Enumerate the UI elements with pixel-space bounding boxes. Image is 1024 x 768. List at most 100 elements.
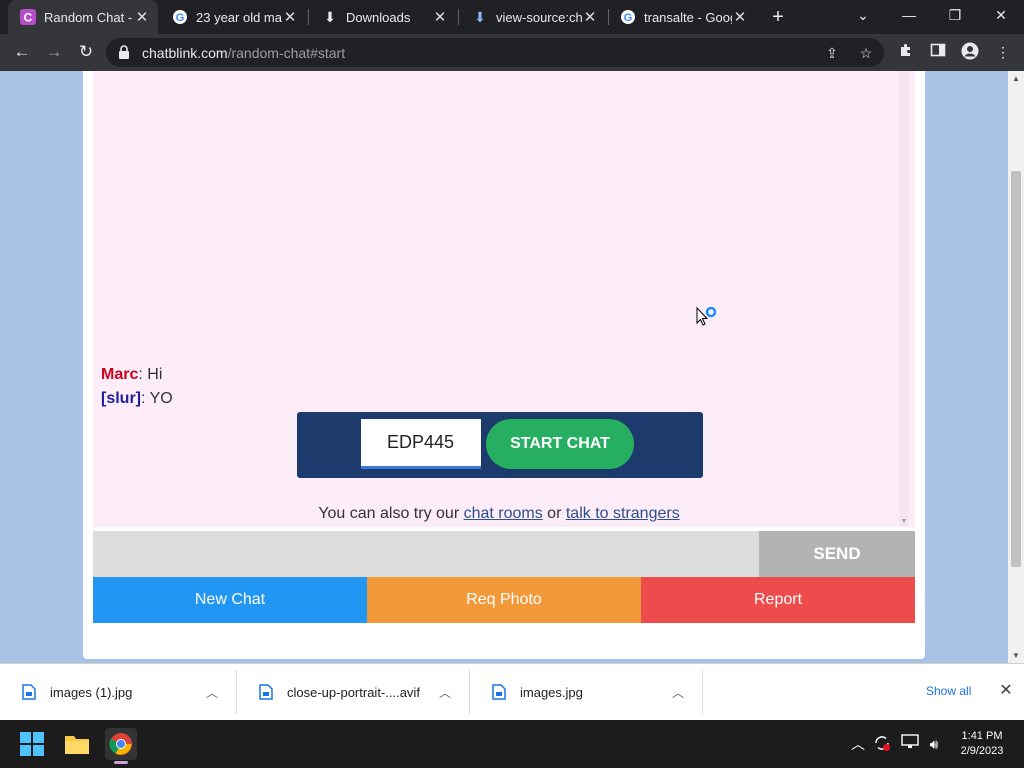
- tray-chevron-up-icon[interactable]: ︿: [848, 734, 868, 754]
- extensions-puzzle-icon[interactable]: [896, 42, 916, 62]
- chat-message: Marc: Hi: [101, 366, 162, 384]
- also-try-prefix: You can also try our: [318, 505, 464, 522]
- web-page: Marc: Hi [slur]: YO START CHAT You can a…: [0, 71, 1008, 663]
- lock-icon[interactable]: [118, 45, 130, 64]
- windows-taskbar: ︿ 🔊︎ 1:41 PM 2/9/2023: [0, 720, 1024, 768]
- chevron-up-icon[interactable]: ︿: [670, 684, 686, 701]
- scroll-up-arrow-icon[interactable]: ▲: [1008, 74, 1024, 83]
- message-text: Hi: [142, 366, 163, 383]
- message-text: YO: [145, 390, 173, 407]
- tab-title: 23 year old male: [196, 9, 282, 25]
- tab-close-icon[interactable]: ✕: [134, 8, 150, 26]
- chat-actions: New Chat Req Photo Report: [93, 577, 915, 623]
- download-shelf: images (1).jpg ︿ close-up-portrait-....a…: [0, 663, 1024, 720]
- bookmark-star-icon[interactable]: ☆: [856, 43, 876, 63]
- new-chat-button[interactable]: New Chat: [93, 577, 367, 623]
- back-arrow-icon[interactable]: ←: [10, 40, 34, 64]
- chat-rooms-link[interactable]: chat rooms: [464, 505, 543, 522]
- tab-random-chat[interactable]: C Random Chat - ✕: [8, 0, 158, 34]
- browser-toolbar: ← → ↻ chatblink.com/random-chat#start ⇪ …: [0, 34, 1024, 71]
- start-chat-button[interactable]: START CHAT: [486, 419, 634, 469]
- url-text[interactable]: chatblink.com/random-chat#start: [142, 45, 345, 61]
- captcha-code-input[interactable]: [361, 419, 481, 469]
- tab-title: transalte - Goog: [644, 9, 732, 25]
- tab-title: view-source:chr: [496, 9, 582, 25]
- tab-close-icon[interactable]: ✕: [732, 8, 748, 26]
- start-chat-panel: START CHAT: [297, 412, 703, 478]
- profile-avatar-icon[interactable]: [960, 42, 980, 62]
- tab-search-23-year-old[interactable]: G 23 year old male ✕: [160, 0, 306, 34]
- new-tab-plus-icon[interactable]: +: [766, 5, 790, 29]
- chrome-taskbar-icon[interactable]: [105, 728, 137, 764]
- file-icon: [22, 684, 36, 700]
- volume-icon[interactable]: 🔊︎: [924, 734, 944, 754]
- svg-text:G: G: [624, 12, 633, 24]
- google-favicon-icon: G: [620, 9, 636, 25]
- show-all-link[interactable]: Show all: [926, 684, 971, 698]
- page-scrollbar[interactable]: ▲ ▼: [1008, 71, 1024, 663]
- scroll-down-arrow-icon[interactable]: ▼: [1008, 651, 1024, 660]
- also-try-or: or: [542, 505, 566, 522]
- tab-separator: [458, 9, 459, 25]
- chevron-up-icon[interactable]: ︿: [437, 684, 453, 701]
- tab-title: Random Chat -: [44, 9, 133, 25]
- download-item[interactable]: close-up-portrait-....avif ︿: [237, 664, 469, 720]
- clock-time: 1:41 PM: [961, 730, 1003, 742]
- close-window-icon[interactable]: ✕: [978, 0, 1024, 30]
- svg-text:C: C: [24, 11, 33, 25]
- send-button[interactable]: SEND: [759, 531, 915, 577]
- network-icon[interactable]: [900, 734, 920, 754]
- download-icon: ⬇: [474, 8, 486, 25]
- url-path: /random-chat#start: [227, 45, 346, 61]
- svg-text:G: G: [176, 12, 185, 24]
- chat-log[interactable]: Marc: Hi [slur]: YO START CHAT You can a…: [93, 71, 915, 527]
- tab-close-icon[interactable]: ✕: [432, 8, 448, 26]
- message-username: Marc: [101, 366, 139, 383]
- forward-arrow-icon[interactable]: →: [42, 40, 66, 64]
- side-panel-icon[interactable]: [928, 42, 948, 62]
- tab-downloads[interactable]: ⬇ Downloads ✕: [310, 0, 456, 34]
- scroll-down-arrow-icon[interactable]: ▼: [899, 518, 909, 525]
- download-filename: images.jpg: [520, 684, 583, 700]
- tab-separator: [308, 9, 309, 25]
- download-filename: images (1).jpg: [50, 684, 133, 700]
- download-icon: ⬇: [324, 8, 336, 25]
- reload-icon[interactable]: ↻: [74, 40, 98, 64]
- file-explorer-icon[interactable]: [61, 728, 93, 760]
- tab-title: Downloads: [346, 9, 411, 25]
- download-filename: close-up-portrait-....avif: [287, 684, 420, 700]
- tab-transalte[interactable]: G transalte - Goog ✕: [608, 0, 756, 34]
- tab-close-icon[interactable]: ✕: [582, 8, 598, 26]
- file-icon: [259, 684, 273, 700]
- url-host: chatblink.com: [142, 45, 228, 61]
- minimize-icon[interactable]: —: [886, 0, 932, 30]
- system-clock[interactable]: 1:41 PM 2/9/2023: [952, 729, 1012, 759]
- maximize-icon[interactable]: ❐: [932, 0, 978, 30]
- report-button[interactable]: Report: [641, 577, 915, 623]
- close-shelf-icon[interactable]: ✕: [996, 680, 1016, 700]
- shelf-divider: [702, 670, 703, 714]
- sync-alert-icon[interactable]: [872, 734, 892, 754]
- tab-close-icon[interactable]: ✕: [282, 8, 298, 26]
- talk-to-strangers-link[interactable]: talk to strangers: [566, 505, 680, 522]
- chevron-up-icon[interactable]: ︿: [204, 684, 220, 701]
- tab-strip: C Random Chat - ✕ G 23 year old male ✕ ⬇…: [0, 0, 1024, 34]
- busy-cursor-icon: [696, 306, 720, 336]
- message-username: [slur]: [101, 390, 141, 407]
- also-try-text: You can also try our chat rooms or talk …: [93, 505, 905, 523]
- tab-search-chevron-icon[interactable]: ⌄: [840, 0, 886, 30]
- clock-date: 2/9/2023: [960, 745, 1004, 757]
- download-item[interactable]: images (1).jpg ︿: [0, 664, 236, 720]
- share-icon[interactable]: ⇪: [822, 43, 842, 63]
- chat-scrollbar[interactable]: ▼: [899, 71, 909, 527]
- address-bar[interactable]: chatblink.com/random-chat#start ⇪ ☆: [106, 38, 884, 67]
- message-compose-row: SEND: [93, 531, 915, 577]
- tab-view-source[interactable]: ⬇ view-source:chr ✕: [460, 0, 606, 34]
- windows-start-icon[interactable]: [16, 728, 48, 760]
- download-item[interactable]: images.jpg ︿: [470, 664, 702, 720]
- scrollbar-thumb[interactable]: [1011, 171, 1021, 567]
- message-input[interactable]: [93, 531, 759, 577]
- chatblink-favicon-icon: C: [20, 9, 36, 25]
- req-photo-button[interactable]: Req Photo: [367, 577, 641, 623]
- kebab-menu-icon[interactable]: ⋮: [993, 42, 1013, 62]
